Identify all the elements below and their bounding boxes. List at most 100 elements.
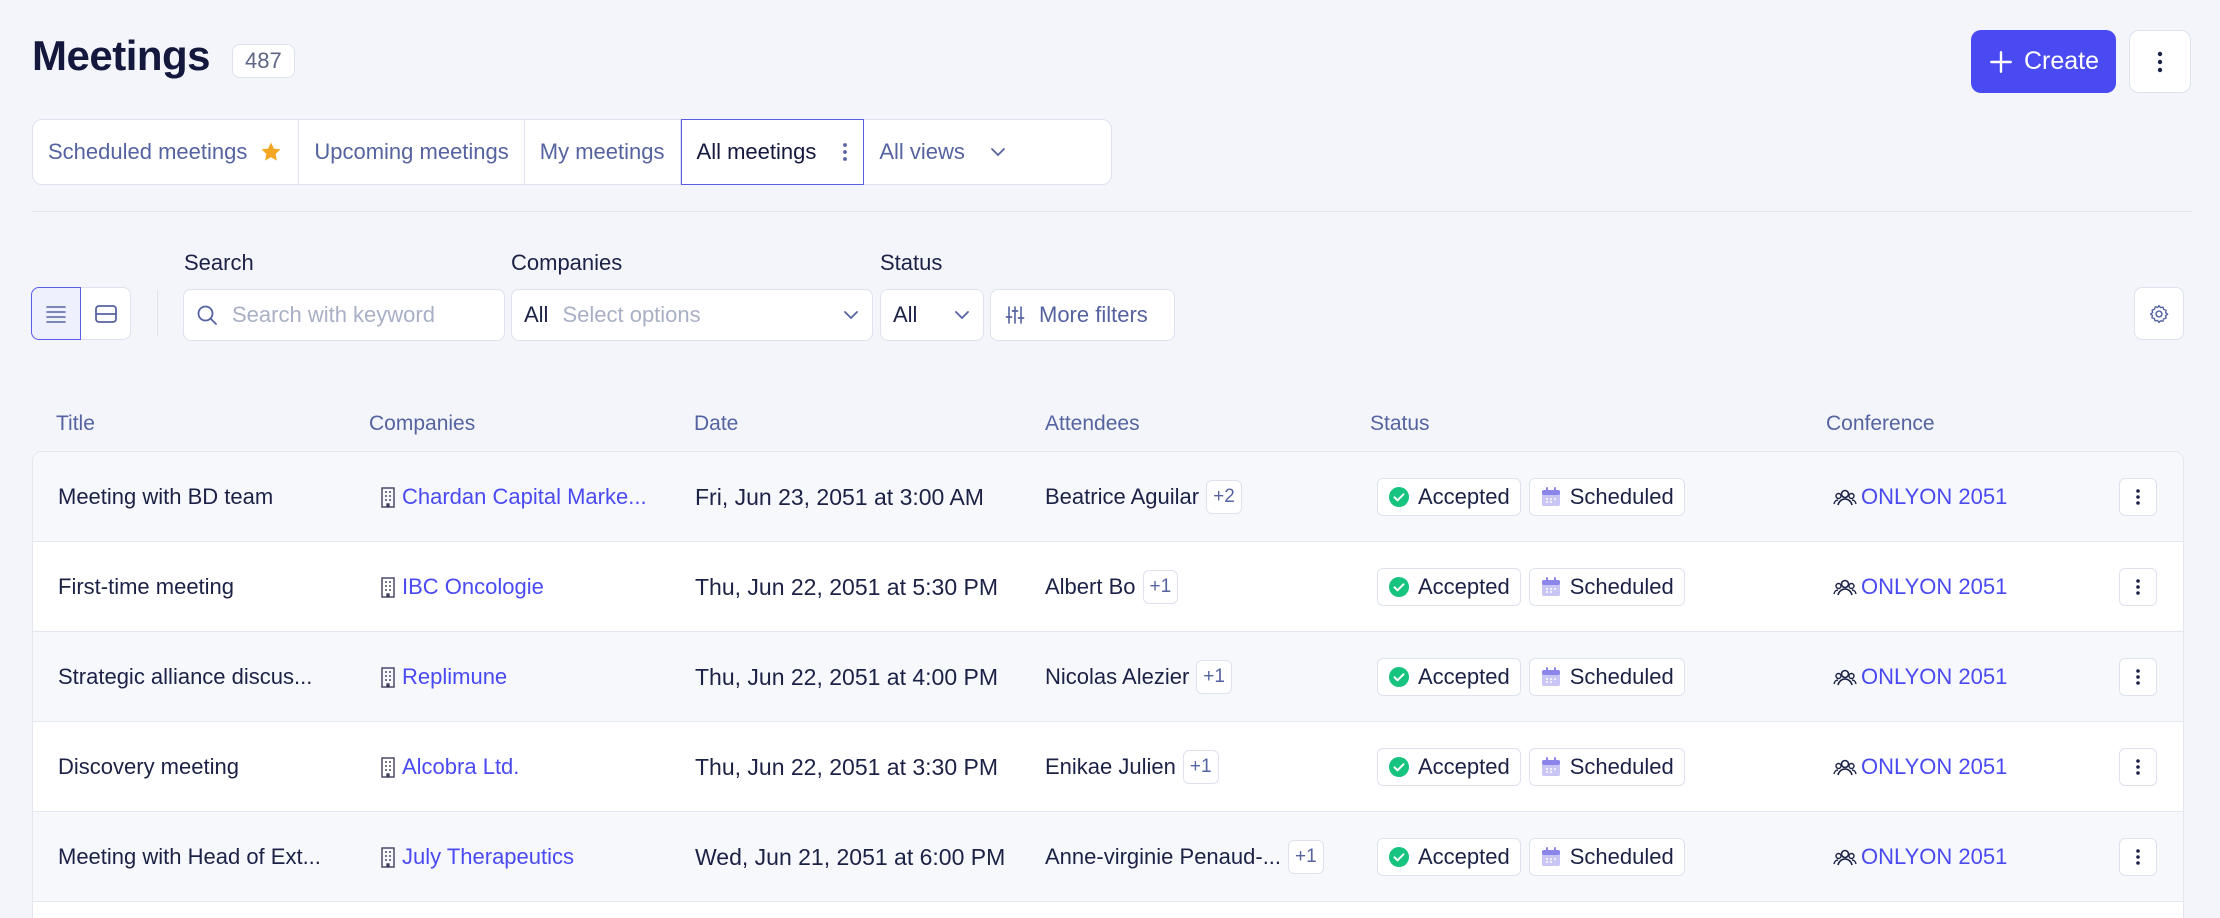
status-label: Status [880, 250, 943, 275]
group-icon [1833, 489, 1857, 506]
tab-scheduled-meetings[interactable]: Scheduled meetings [33, 120, 300, 184]
row-actions-button[interactable] [2119, 568, 2157, 606]
gear-icon [2149, 304, 2169, 323]
group-icon [1833, 849, 1857, 866]
tab-label: All views [879, 139, 965, 164]
tab-options-icon[interactable] [842, 141, 848, 163]
row-actions-button[interactable] [2119, 658, 2157, 696]
meetings-count-badge: 487 [232, 44, 295, 78]
row-actions-button[interactable] [2119, 748, 2157, 786]
company-link[interactable]: July Therapeutics [378, 812, 698, 902]
status-select[interactable]: All [880, 289, 984, 341]
column-header-date[interactable]: Date [694, 412, 738, 436]
tab-label: All meetings [696, 139, 817, 164]
column-header-conference[interactable]: Conference [1826, 412, 1935, 436]
calendar-icon [1541, 757, 1560, 776]
conference-link[interactable]: ONLYON 2051 [1833, 542, 2133, 632]
attendee-name: Albert Bo [1045, 574, 1136, 599]
column-header-title[interactable]: Title [56, 412, 95, 436]
plus-icon [1990, 50, 2012, 73]
company-link[interactable]: Chardan Capital Marke... [378, 452, 698, 542]
status-chips: Accepted Scheduled [1377, 812, 1757, 902]
company-name: Replimune [402, 664, 508, 689]
response-status: Accepted [1418, 484, 1510, 509]
column-header-status[interactable]: Status [1370, 412, 1430, 436]
company-name: Chardan Capital Marke... [402, 484, 647, 509]
meeting-date: Wed, Jun 21, 2051 at 6:00 PM [695, 843, 1006, 870]
create-button[interactable]: Create [1971, 30, 2116, 93]
row-actions-button[interactable] [2119, 838, 2157, 876]
column-header-companies[interactable]: Companies [369, 412, 475, 436]
tab-upcoming-meetings[interactable]: Upcoming meetings [299, 120, 525, 184]
response-status: Accepted [1418, 574, 1510, 599]
table-row[interactable]: Meeting with BD team Chardan Capital Mar… [33, 452, 2183, 542]
attendee-name: Nicolas Alezier [1045, 664, 1190, 689]
search-field [183, 289, 505, 341]
calendar-icon [1541, 667, 1560, 686]
status-chips: Accepted Scheduled [1377, 452, 1757, 542]
calendar-icon [1541, 487, 1560, 506]
accepted-chip: Accepted [1377, 568, 1521, 606]
meeting-title[interactable]: Strategic alliance discus... [58, 632, 378, 722]
conference-link[interactable]: ONLYON 2051 [1833, 812, 2133, 902]
filter-divider [157, 290, 158, 336]
row-actions-button[interactable] [2119, 478, 2157, 516]
kebab-icon [2136, 489, 2140, 505]
more-attendees-badge[interactable]: +1 [1196, 660, 1232, 694]
conference-name: ONLYON 2051 [1861, 664, 2008, 689]
company-link[interactable]: Replimune [378, 632, 698, 722]
tab-all-meetings[interactable]: All meetings [680, 119, 865, 185]
page-title: Meetings [32, 32, 211, 79]
scheduled-chip: Scheduled [1528, 658, 1685, 696]
table-settings-button[interactable] [2134, 287, 2184, 340]
column-header-attendees[interactable]: Attendees [1045, 412, 1140, 436]
more-attendees-badge[interactable]: +1 [1182, 750, 1219, 784]
search-input[interactable] [232, 302, 472, 328]
more-attendees-badge[interactable]: +1 [1142, 570, 1179, 604]
table-row[interactable]: First-time meeting IBC Oncologie Thu, Ju… [33, 542, 2183, 632]
conference-link[interactable]: ONLYON 2051 [1833, 632, 2133, 722]
table-row[interactable]: Discovery meeting Alcobra Ltd. Thu, Jun … [33, 722, 2183, 812]
more-attendees-badge[interactable]: +1 [1288, 840, 1324, 874]
response-status: Accepted [1418, 664, 1510, 689]
company-link[interactable]: IBC Oncologie [378, 542, 698, 632]
conference-link[interactable]: ONLYON 2051 [1833, 722, 2133, 812]
tab-all-views-dropdown[interactable]: All views [864, 120, 1022, 184]
schedule-status: Scheduled [1569, 484, 1674, 509]
meeting-title[interactable]: Meeting with BD team [58, 452, 378, 542]
list-view-button[interactable] [31, 287, 82, 340]
meeting-title[interactable]: Discovery meeting [58, 722, 378, 812]
meeting-title[interactable]: First-time meeting [58, 542, 378, 632]
conference-name: ONLYON 2051 [1861, 574, 2008, 599]
status-chips: Accepted Scheduled [1377, 722, 1757, 812]
check-circle-icon [1389, 577, 1409, 597]
more-filters-button[interactable]: More filters [990, 289, 1175, 341]
table-row[interactable]: Meeting with Head of Ext... July Therape… [33, 812, 2183, 902]
company-name: IBC Oncologie [402, 574, 544, 599]
status-chips: Accepted Scheduled [1377, 632, 1757, 722]
conference-name: ONLYON 2051 [1861, 754, 2008, 779]
header-divider [32, 211, 2192, 212]
table-row[interactable]: Strategic alliance discus... Replimune T… [33, 632, 2183, 722]
companies-label: Companies [511, 250, 623, 275]
status-chips: Accepted Scheduled [1377, 542, 1757, 632]
companies-select[interactable]: All Select options [511, 289, 873, 341]
conference-name: ONLYON 2051 [1861, 844, 2008, 869]
attendee-name: Enikae Julien [1045, 754, 1176, 779]
conference-link[interactable]: ONLYON 2051 [1833, 452, 2133, 542]
tab-my-meetings[interactable]: My meetings [525, 120, 681, 184]
attendee-name: Beatrice Aguilar [1045, 484, 1200, 509]
scheduled-chip: Scheduled [1528, 568, 1685, 606]
more-options-button[interactable] [2129, 30, 2191, 93]
meeting-title[interactable]: Meeting with Head of Ext... [58, 812, 378, 902]
company-link[interactable]: Alcobra Ltd. [378, 722, 698, 812]
search-label: Search [184, 250, 254, 275]
attendees: Albert Bo +1 [1045, 542, 1375, 632]
card-view-button[interactable] [81, 288, 130, 339]
search-icon [197, 305, 217, 325]
attendees: Enikae Julien +1 [1045, 722, 1375, 812]
check-circle-icon [1389, 757, 1409, 777]
list-icon [46, 305, 66, 323]
more-attendees-badge[interactable]: +2 [1206, 480, 1242, 514]
sliders-icon [1005, 306, 1025, 324]
